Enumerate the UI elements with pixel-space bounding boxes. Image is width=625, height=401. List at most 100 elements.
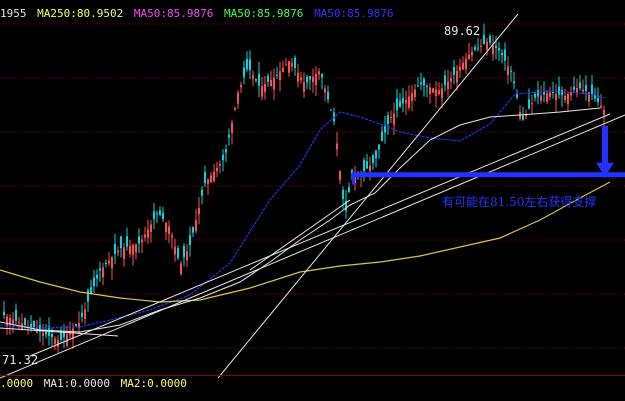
candle-body [468, 54, 470, 60]
candle-body [315, 73, 317, 85]
candle-body [63, 332, 65, 338]
trend-line [0, 114, 625, 379]
candle-body [456, 70, 458, 83]
candle-body [15, 309, 17, 321]
candle-body [504, 49, 506, 61]
candle-body [336, 143, 338, 150]
candle-body [216, 167, 218, 172]
candle-body [312, 76, 314, 83]
candle-body [12, 319, 14, 324]
candle-body [285, 64, 287, 66]
candle-body [381, 131, 383, 142]
candle-body [138, 236, 140, 244]
candle-body [18, 322, 20, 324]
candle-body [120, 236, 122, 249]
candle-body [183, 246, 185, 258]
candle-body [540, 95, 542, 101]
legend-ma50-magenta: MA50:85.9876 [133, 7, 214, 20]
candle-body [309, 76, 311, 80]
candle-body [597, 97, 599, 103]
candle-body [534, 94, 536, 98]
candle-body [123, 247, 125, 260]
candle-body [252, 75, 254, 79]
candle-body [459, 66, 461, 71]
support-annotation: 有可能在81.50左右获得支撑 [442, 195, 597, 209]
candle-body [240, 84, 242, 88]
candle-body [162, 212, 164, 219]
candle-body [276, 74, 278, 76]
candle-body [402, 97, 404, 104]
candle-body [363, 160, 365, 172]
candle-body [84, 309, 86, 319]
candle-body [471, 51, 473, 56]
candle-body [42, 333, 44, 337]
candle-body [51, 333, 53, 338]
candle-body [318, 71, 320, 75]
candle-body [117, 250, 119, 253]
candle-body [423, 78, 425, 86]
candle-body [408, 96, 410, 108]
candle-body [429, 87, 431, 95]
footer-value: .0000 [0, 377, 34, 390]
candle-body [420, 82, 422, 85]
candle-body [243, 67, 245, 78]
candle-body [225, 149, 227, 153]
high-price-label: 89.62 [444, 24, 481, 38]
legend-ma250: MA250:80.9502 [37, 7, 124, 20]
candle-body [93, 277, 95, 287]
candle-body [306, 76, 308, 83]
candle-body [582, 89, 584, 92]
candle-body [171, 235, 173, 238]
candle-body [147, 229, 149, 238]
candle-body [585, 85, 587, 91]
candle-body [81, 312, 83, 317]
candle-body [507, 66, 509, 75]
candle-body [522, 115, 524, 120]
candle-body [537, 89, 539, 97]
trend-line [29, 113, 611, 357]
candle-body [492, 45, 494, 55]
candle-body [195, 220, 197, 232]
candle-body [111, 257, 113, 269]
candle-body [228, 134, 230, 138]
candle-body [348, 187, 350, 193]
candle-body [327, 91, 329, 100]
candle-body [279, 71, 281, 81]
candle-body [447, 81, 449, 90]
candle-body [462, 62, 464, 70]
candle-body [387, 115, 389, 124]
candle-body [339, 171, 341, 181]
candle-body [249, 59, 251, 71]
candle-body [528, 99, 530, 109]
candle-body [579, 82, 581, 89]
candle-body [108, 260, 110, 264]
candle-body [246, 58, 248, 70]
candle-body [222, 154, 224, 161]
candle-body [489, 35, 491, 43]
candle-body [231, 122, 233, 133]
candle-body [267, 75, 269, 82]
candle-body [99, 268, 101, 271]
legend-ma50-green: MA50:85.9876 [223, 7, 304, 20]
candle-body [513, 81, 515, 84]
candle-body [261, 86, 263, 97]
candle-body [375, 150, 377, 159]
candle-body [438, 90, 440, 95]
candle-body [558, 86, 560, 95]
candle-body [255, 78, 257, 81]
candle-body [567, 93, 569, 105]
candle-body [435, 89, 437, 97]
candle-body [531, 103, 533, 105]
candle-body [555, 93, 557, 100]
candle-body [87, 289, 89, 302]
candle-body [57, 339, 59, 347]
candle-body [189, 235, 191, 245]
candle-body [294, 57, 296, 68]
candle-body [591, 84, 593, 95]
support-bar-end [352, 172, 355, 185]
candle-body [378, 144, 380, 150]
candle-body [474, 47, 476, 50]
panel-divider [0, 375, 625, 376]
candle-body [543, 91, 545, 95]
footer-legend: .0000 MA1:0.0000 MA2:0.0000 [0, 377, 191, 391]
